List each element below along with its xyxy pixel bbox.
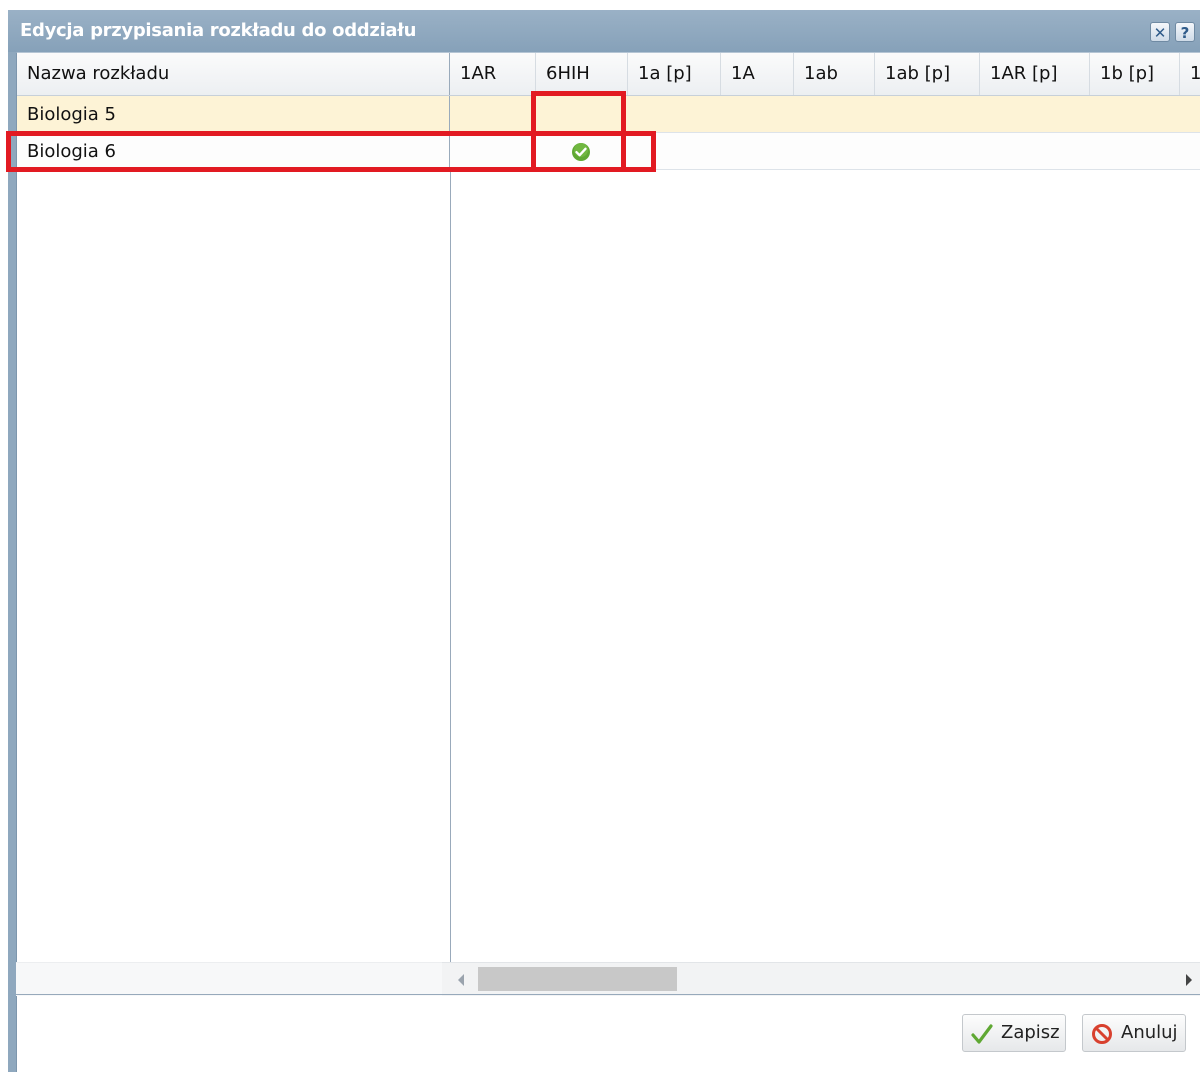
column-header[interactable]: 1AR [p] (980, 53, 1090, 95)
page: Edycja przypisania rozkładu do oddziału … (0, 0, 1200, 1072)
close-icon[interactable]: ✕ (1150, 22, 1170, 42)
table-row[interactable]: Biologia 5 (17, 96, 1200, 133)
column-header[interactable]: 1 (1180, 53, 1200, 95)
dialog-title: Edycja przypisania rozkładu do oddziału (20, 20, 417, 41)
assignment-dialog: Edycja przypisania rozkładu do oddziału … (8, 10, 1200, 1072)
column-header[interactable]: 6HIH (536, 53, 628, 95)
column-header[interactable]: 1a [p] (628, 53, 721, 95)
left-pane-scroll-area (16, 962, 442, 996)
column-header[interactable]: 1A (721, 53, 794, 95)
check-circle-icon[interactable] (571, 142, 591, 162)
arrow-right-icon[interactable] (1186, 974, 1192, 986)
row-name: Biologia 6 (17, 133, 450, 170)
table-row[interactable]: Biologia 6 (17, 133, 1200, 170)
cancel-button-label: Anuluj (1121, 1022, 1178, 1043)
column-header-name[interactable]: Nazwa rozkładu (17, 53, 450, 95)
row-name: Biologia 5 (17, 96, 450, 133)
help-icon[interactable]: ? (1175, 22, 1195, 42)
grid-bottom-border (16, 994, 1200, 995)
cancel-button[interactable]: Anuluj (1082, 1014, 1186, 1052)
checkmark-icon (971, 1024, 993, 1044)
dialog-titlebar[interactable]: Edycja przypisania rozkładu do oddziału … (8, 10, 1200, 52)
pane-divider (450, 170, 451, 994)
scrollbar-thumb[interactable] (478, 967, 677, 991)
dialog-body: Nazwa rozkładu 1AR 6HIH 1a [p] 1A 1ab 1a… (16, 52, 1200, 1072)
column-header[interactable]: 1b [p] (1090, 53, 1180, 95)
save-button-label: Zapisz (1001, 1022, 1060, 1043)
horizontal-scrollbar[interactable] (442, 962, 1200, 996)
save-button[interactable]: Zapisz (962, 1014, 1066, 1052)
grid-header: Nazwa rozkładu 1AR 6HIH 1a [p] 1A 1ab 1a… (17, 53, 1200, 96)
column-header[interactable]: 1ab (794, 53, 875, 95)
column-header[interactable]: 1AR (450, 53, 536, 95)
prohibited-icon (1092, 1024, 1112, 1044)
column-header[interactable]: 1ab [p] (875, 53, 980, 95)
arrow-left-icon[interactable] (458, 974, 464, 986)
